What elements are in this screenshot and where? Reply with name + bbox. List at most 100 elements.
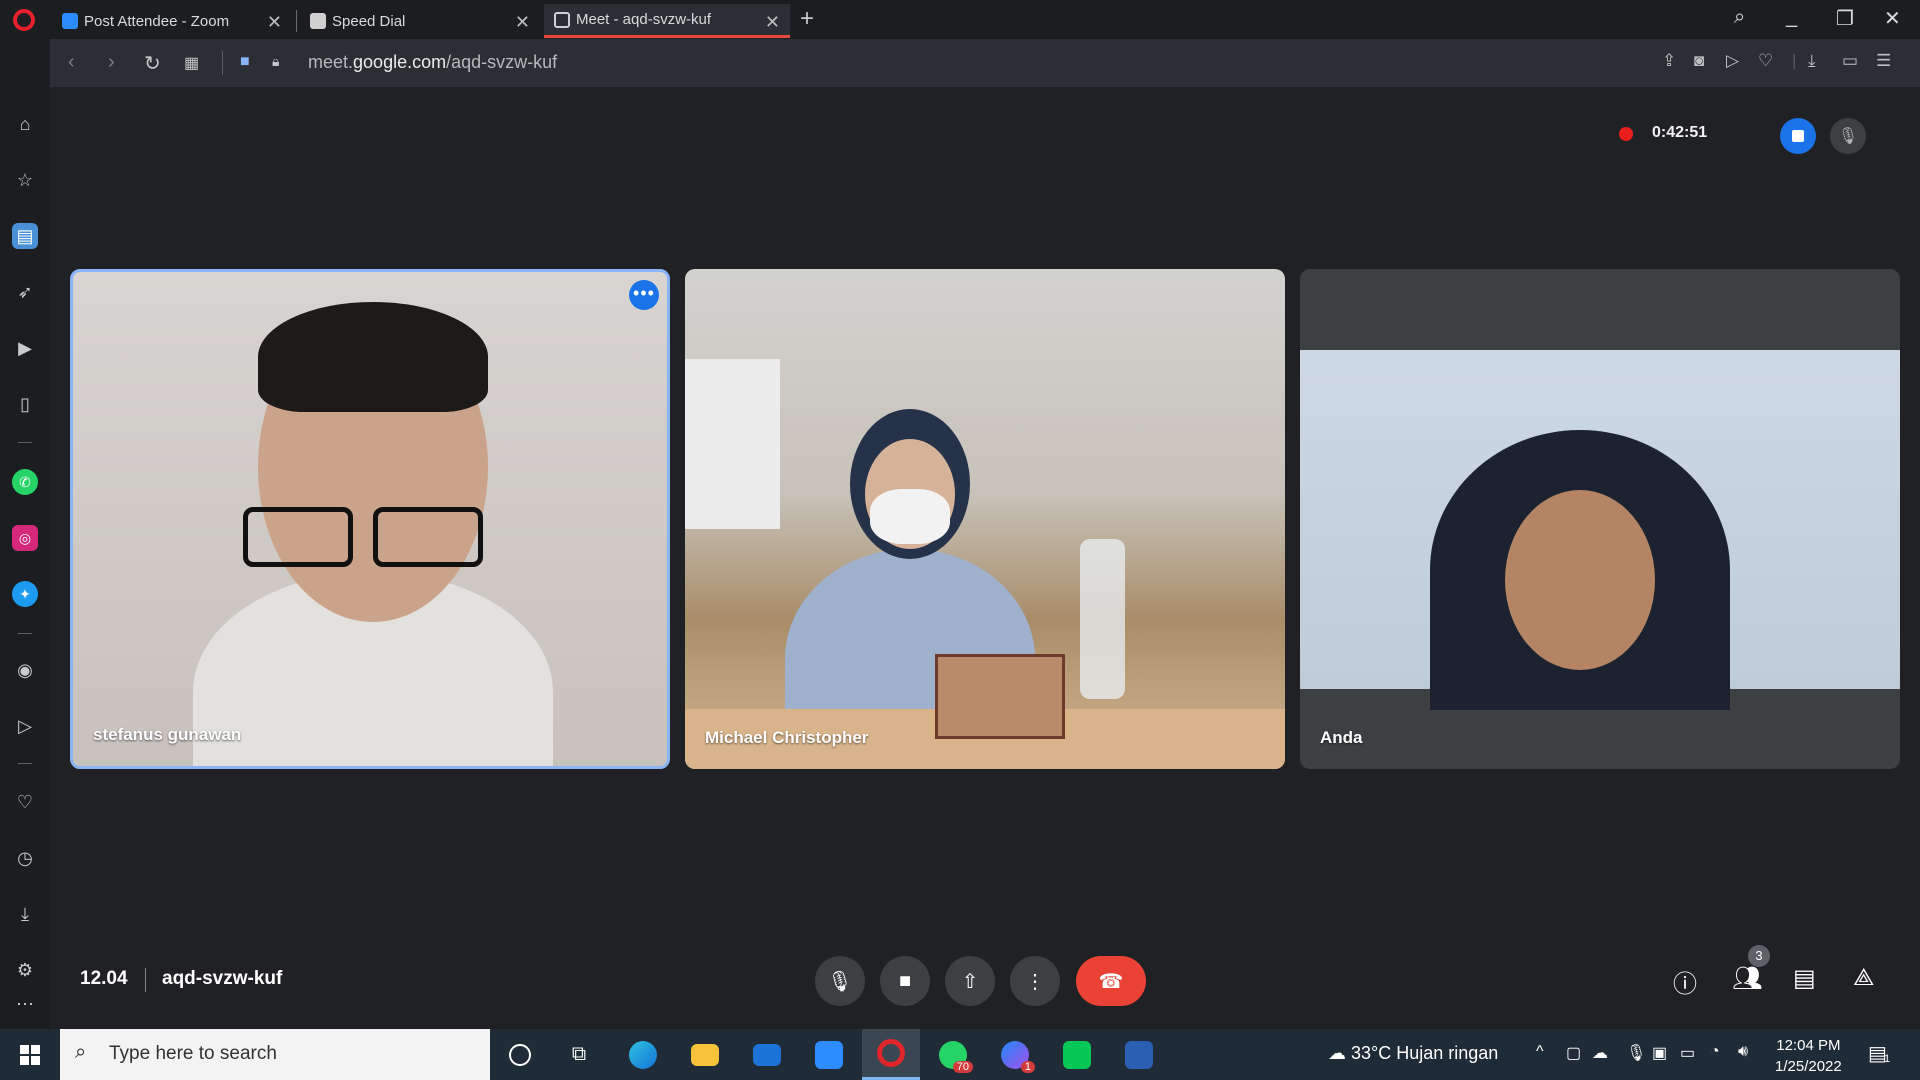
video-icon[interactable]: ◉ (12, 657, 38, 683)
tab-label: Meet - aqd-svzw-kuf (576, 11, 712, 28)
back-icon[interactable]: ‹ (68, 51, 75, 74)
url-path: /aqd-svzw-kuf (446, 52, 558, 72)
volume-icon[interactable]: 🔊︎ (1738, 1043, 1748, 1061)
tabs-overview-icon[interactable]: ▦ (184, 53, 199, 73)
history-icon[interactable]: ◷ (12, 845, 38, 871)
download-icon[interactable]: ⤓ (12, 901, 38, 927)
mail-button[interactable] (738, 1029, 796, 1080)
people-count-badge: 3 (1748, 945, 1770, 967)
participant-video (1505, 490, 1655, 670)
word-button[interactable] (1110, 1029, 1168, 1080)
zoom-button[interactable] (800, 1029, 858, 1080)
participant-name: Michael Christopher (705, 728, 869, 747)
line-button[interactable] (1048, 1029, 1106, 1080)
home-icon[interactable]: ⌂ (12, 111, 38, 137)
instagram-icon[interactable]: ◎ (12, 525, 38, 551)
speed-dial-favicon-icon (310, 13, 326, 29)
participant-tile[interactable]: Anda (1300, 269, 1900, 769)
present-screen-button[interactable]: ⇧ (945, 956, 995, 1006)
minimize-icon[interactable]: _ (1786, 6, 1797, 29)
player-icon[interactable]: ▶ (12, 335, 38, 361)
microphone-icon[interactable]: 🎙︎ (1626, 1043, 1646, 1063)
workspace-icon[interactable]: ▤ (12, 223, 38, 249)
onedrive-icon[interactable]: ☁ (1592, 1043, 1608, 1063)
more-icon[interactable]: ⋯ (12, 991, 38, 1017)
system-clock[interactable]: 12:04 PM 1/25/2022 (1775, 1035, 1842, 1077)
more-options-button[interactable]: ⋮ (1010, 956, 1060, 1006)
task-view-button[interactable]: ⧉ (550, 1029, 608, 1080)
file-explorer-button[interactable] (676, 1029, 734, 1080)
close-icon[interactable]: ✕ (765, 12, 780, 33)
whatsapp-icon[interactable]: ✆ (12, 469, 38, 495)
restore-icon[interactable]: ❐ (1836, 6, 1854, 31)
stop-recording-button[interactable] (1780, 118, 1816, 154)
heart-icon[interactable]: ♡ (12, 789, 38, 815)
chat-icon[interactable]: ▤ (1793, 964, 1816, 993)
rocket-icon[interactable]: ➶ (12, 279, 38, 305)
leave-call-button[interactable]: ☎︎ (1076, 956, 1146, 1006)
participant-video (870, 489, 950, 544)
participant-video (373, 507, 483, 567)
download-icon[interactable]: ⤓ (1808, 51, 1816, 71)
opera-button[interactable] (862, 1029, 920, 1080)
mic-muted-icon[interactable]: 🎙︎ (1830, 118, 1866, 154)
reader-icon[interactable]: ▯ (12, 391, 38, 417)
participant-tile[interactable]: ••• stefanus gunawan (70, 269, 670, 769)
camera-in-use-icon[interactable]: ■ (240, 53, 250, 71)
snapshot-camera-icon[interactable]: ◙ (1694, 51, 1704, 71)
divider (18, 442, 32, 443)
messenger-icon: 1 (1001, 1040, 1035, 1073)
cortana-button[interactable] (491, 1029, 549, 1080)
meeting-clock: 12.04 (80, 968, 128, 989)
meet-now-icon[interactable]: ▢ (1566, 1043, 1581, 1063)
tab-zoom[interactable]: Post Attendee - Zoom ✕ (52, 4, 292, 38)
microphone-button[interactable]: 🎙︎ (815, 956, 865, 1006)
search-tabs-icon[interactable]: ⌕ (1734, 6, 1745, 29)
close-window-icon[interactable]: ✕ (1884, 6, 1901, 31)
edge-button[interactable] (614, 1029, 672, 1080)
messenger-button[interactable]: 1 (986, 1029, 1044, 1080)
search-placeholder: Type here to search (109, 1043, 277, 1064)
send-flow-icon[interactable]: ▷ (1726, 51, 1739, 71)
participant-tile[interactable]: Michael Christopher (685, 269, 1285, 769)
tab-speed-dial[interactable]: Speed Dial ✕ (300, 4, 540, 38)
whatsapp-button[interactable]: 70 (924, 1029, 982, 1080)
screen-capture-icon[interactable]: ▣ (1652, 1043, 1667, 1063)
zoom-icon (815, 1040, 843, 1069)
send-icon[interactable]: ▷ (12, 713, 38, 739)
url-field[interactable]: meet.google.com/aqd-svzw-kuf (308, 52, 557, 73)
camera-button[interactable]: ■ (880, 956, 930, 1006)
opera-menu-icon[interactable] (13, 9, 35, 31)
lock-icon[interactable]: 🔒︎ (272, 53, 279, 70)
reload-icon[interactable]: ↻ (144, 51, 161, 76)
battery-saver-icon[interactable]: ▭ (1842, 51, 1858, 71)
weather-widget[interactable]: ☁ 33°C Hujan ringan (1328, 1043, 1498, 1064)
taskbar-search[interactable]: ⌕ Type here to search (60, 1029, 490, 1080)
task-view-icon: ⧉ (571, 1043, 587, 1065)
easy-setup-icon[interactable]: ☰ (1876, 51, 1891, 71)
recording-elapsed: 0:42:51 (1652, 124, 1708, 141)
close-icon[interactable]: ✕ (267, 12, 282, 33)
activities-icon[interactable]: ⟁ (1853, 964, 1874, 992)
meeting-details-icon[interactable]: ⓘ (1673, 964, 1697, 999)
people-icon[interactable]: 👥︎ (1732, 964, 1762, 993)
messenger-unread-badge: 1 (1020, 1060, 1035, 1073)
close-icon[interactable]: ✕ (515, 12, 530, 33)
meet-favicon-icon (554, 11, 570, 28)
twitter-icon[interactable]: ✦ (12, 581, 38, 607)
tab-meet[interactable]: Meet - aqd-svzw-kuf ✕ (544, 4, 790, 38)
forward-icon[interactable]: › (108, 51, 115, 74)
word-icon (1125, 1040, 1153, 1069)
battery-icon[interactable]: ▭ (1680, 1043, 1695, 1063)
whatsapp-icon: 70 (939, 1040, 973, 1073)
windows-start-icon[interactable] (20, 1045, 40, 1065)
edge-icon (629, 1040, 657, 1069)
bookmark-heart-icon[interactable]: ♡ (1758, 51, 1773, 71)
more-options-button[interactable]: ••• (629, 280, 659, 310)
share-icon[interactable]: ⇪ (1662, 51, 1676, 71)
star-icon[interactable]: ☆ (12, 167, 38, 193)
new-tab-icon[interactable]: + (800, 5, 814, 33)
show-hidden-icons-icon[interactable]: ^ (1536, 1043, 1544, 1061)
settings-icon[interactable]: ⚙ (12, 957, 38, 983)
wifi-icon[interactable]: ◔ (1710, 1043, 1720, 1061)
